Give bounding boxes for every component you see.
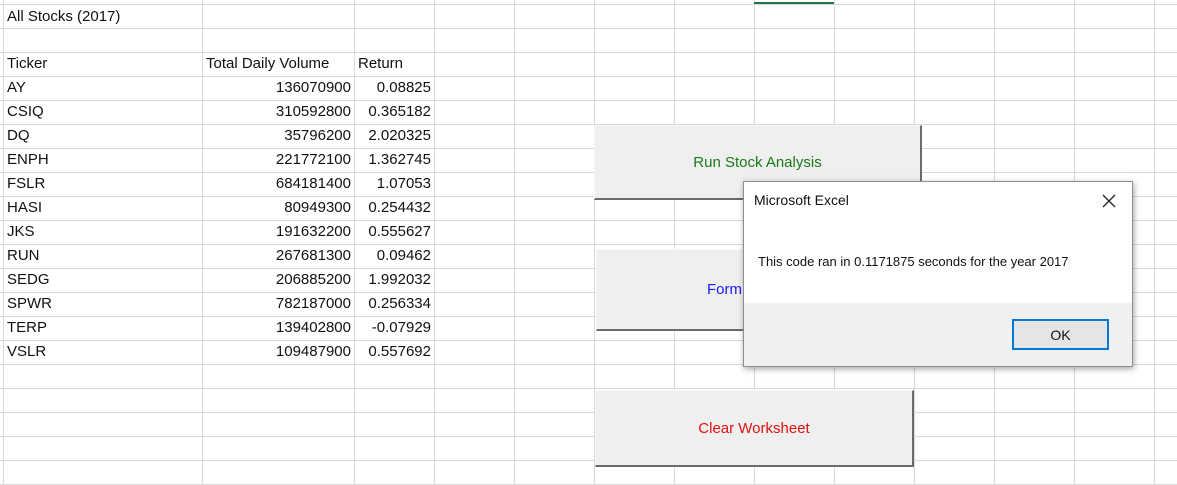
return-cell[interactable]: -0.07929 [355, 316, 434, 339]
ticker-cell[interactable]: AY [4, 76, 26, 99]
gridline-horizontal [0, 460, 1177, 461]
return-cell[interactable]: 0.365182 [355, 100, 434, 123]
ticker-cell[interactable]: DQ [4, 124, 30, 147]
close-icon-glyph [1102, 194, 1116, 208]
ticker-cell[interactable]: TERP [4, 316, 47, 339]
ticker-cell[interactable]: RUN [4, 244, 40, 267]
gridline-horizontal [0, 388, 1177, 389]
gridline-horizontal [0, 76, 1177, 77]
return-cell[interactable]: 1.362745 [355, 148, 434, 171]
format-button-label: Form [707, 281, 742, 298]
ticker-cell[interactable]: SPWR [4, 292, 52, 315]
dialog-title: Microsoft Excel [754, 192, 849, 208]
close-icon[interactable] [1096, 188, 1122, 214]
return-cell[interactable]: 2.020325 [355, 124, 434, 147]
format-button[interactable]: Form [596, 249, 756, 331]
volume-cell[interactable]: 206885200 [203, 268, 354, 291]
ticker-cell[interactable]: JKS [4, 220, 35, 243]
volume-cell[interactable]: 310592800 [203, 100, 354, 123]
return-cell[interactable]: 0.254432 [355, 196, 434, 219]
selected-column-indicator [754, 2, 834, 4]
dialog-message: This code ran in 0.1171875 seconds for t… [758, 254, 1069, 269]
volume-cell[interactable]: 191632200 [203, 220, 354, 243]
volume-cell[interactable]: 136070900 [203, 76, 354, 99]
return-cell[interactable]: 0.555627 [355, 220, 434, 243]
clear-worksheet-button[interactable]: Clear Worksheet [595, 390, 914, 467]
gridline-horizontal [0, 172, 1177, 173]
return-cell[interactable]: 1.992032 [355, 268, 434, 291]
ticker-cell[interactable]: CSIQ [4, 100, 44, 123]
ticker-cell[interactable]: SEDG [4, 268, 50, 291]
ticker-cell[interactable]: FSLR [4, 172, 45, 195]
volume-cell[interactable]: 782187000 [203, 292, 354, 315]
gridline-horizontal [0, 100, 1177, 101]
gridline-horizontal [0, 28, 1177, 29]
gridline-horizontal [0, 436, 1177, 437]
volume-cell[interactable]: 684181400 [203, 172, 354, 195]
message-box-dialog: Microsoft Excel This code ran in 0.11718… [743, 181, 1133, 367]
volume-cell[interactable]: 221772100 [203, 148, 354, 171]
return-cell[interactable]: 0.08825 [355, 76, 434, 99]
gridline-horizontal [0, 412, 1177, 413]
ticker-cell[interactable]: ENPH [4, 148, 49, 171]
volume-cell[interactable]: 35796200 [203, 124, 354, 147]
volume-cell[interactable]: 109487900 [203, 340, 354, 363]
dialog-footer: OK [744, 303, 1132, 366]
ok-button[interactable]: OK [1012, 319, 1109, 350]
volume-cell[interactable]: 80949300 [203, 196, 354, 219]
return-cell[interactable]: 0.557692 [355, 340, 434, 363]
run-stock-analysis-label: Run Stock Analysis [693, 153, 822, 171]
return-cell[interactable]: 1.07053 [355, 172, 434, 195]
volume-cell[interactable]: 139402800 [203, 316, 354, 339]
return-cell[interactable]: 0.09462 [355, 244, 434, 267]
gridline-horizontal [0, 124, 1177, 125]
gridline-horizontal [0, 4, 1177, 5]
ticker-cell[interactable]: HASI [4, 196, 42, 219]
volume-cell[interactable]: 267681300 [203, 244, 354, 267]
gridline-horizontal [0, 148, 1177, 149]
return-cell[interactable]: 0.256334 [355, 292, 434, 315]
header-total-daily-volume[interactable]: Total Daily Volume [203, 52, 329, 75]
header-ticker[interactable]: Ticker [4, 52, 47, 75]
ok-button-label: OK [1050, 326, 1071, 343]
clear-worksheet-label: Clear Worksheet [698, 419, 810, 437]
ticker-cell[interactable]: VSLR [4, 340, 46, 363]
gridline-horizontal [0, 52, 1177, 53]
sheet-title[interactable]: All Stocks (2017) [4, 5, 120, 28]
header-return[interactable]: Return [355, 52, 403, 75]
